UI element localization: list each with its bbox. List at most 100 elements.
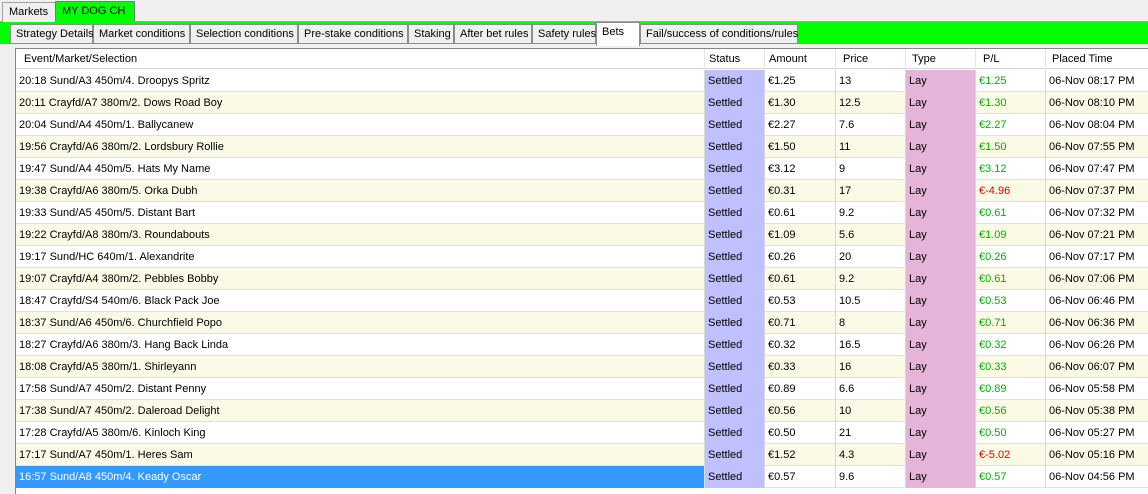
table-row[interactable]: 17:58 Sund/A7 450m/2. Distant Penny Settl… xyxy=(16,378,1148,400)
cell-pl: €-5.02 xyxy=(976,444,1046,466)
cell-placed-time: 06-Nov 07:17 PM xyxy=(1046,246,1148,268)
cell-placed-time: 06-Nov 06:46 PM xyxy=(1046,290,1148,312)
cell-status: Settled xyxy=(705,136,765,158)
cell-status: Settled xyxy=(705,246,765,268)
cell-type: Lay xyxy=(906,290,976,312)
cell-event: 18:27 Crayfd/A6 380m/3. Hang Back Linda xyxy=(16,334,705,356)
cell-amount: €0.61 xyxy=(765,268,836,290)
cell-price: 8 xyxy=(836,312,906,334)
table-row[interactable]: 17:17 Sund/A7 450m/1. Heres Sam Settled €1… xyxy=(16,444,1148,466)
table-row[interactable]: 18:47 Crayfd/S4 540m/6. Black Pack Joe Se… xyxy=(16,290,1148,312)
column-header-placed-time[interactable]: Placed Time xyxy=(1046,49,1148,69)
cell-status: Settled xyxy=(705,114,765,136)
cell-pl: €-4.96 xyxy=(976,180,1046,202)
column-header-type[interactable]: Type xyxy=(906,49,976,69)
table-row[interactable]: 19:17 Sund/HC 640m/1. Alexandrite Settled… xyxy=(16,246,1148,268)
cell-status: Settled xyxy=(705,312,765,334)
cell-price: 21 xyxy=(836,422,906,444)
cell-pl: €0.50 xyxy=(976,422,1046,444)
table-row[interactable]: 16:57 Sund/A8 450m/4. Keady Oscar Settled… xyxy=(16,466,1148,488)
cell-price: 20 xyxy=(836,246,906,268)
tab-markets[interactable]: Markets xyxy=(2,2,56,22)
cell-amount: €1.50 xyxy=(765,136,836,158)
table-row[interactable]: 19:07 Crayfd/A4 380m/2. Pebbles Bobby Set… xyxy=(16,268,1148,290)
cell-amount: €0.33 xyxy=(765,356,836,378)
cell-amount: €0.56 xyxy=(765,400,836,422)
table-row[interactable]: 17:38 Sund/A7 450m/2. Daleroad Delight Se… xyxy=(16,400,1148,422)
cell-price: 12.5 xyxy=(836,92,906,114)
table-row[interactable]: 19:56 Crayfd/A6 380m/2. Lordsbury Rollie… xyxy=(16,136,1148,158)
cell-pl: €3.12 xyxy=(976,158,1046,180)
cell-status: Settled xyxy=(705,70,765,92)
table-row[interactable]: 20:18 Sund/A3 450m/4. Droopys Spritz Sett… xyxy=(16,70,1148,92)
cell-price: 17 xyxy=(836,180,906,202)
cell-type: Lay xyxy=(906,400,976,422)
table-row[interactable]: 18:37 Sund/A6 450m/6. Churchfield Popo Se… xyxy=(16,312,1148,334)
cell-placed-time: 06-Nov 07:32 PM xyxy=(1046,202,1148,224)
tab-staking[interactable]: Staking xyxy=(408,24,454,44)
tab-strategy-details[interactable]: Strategy Details xyxy=(10,24,94,44)
tab-after-bet-rules[interactable]: After bet rules xyxy=(454,24,532,44)
column-header-status[interactable]: Status xyxy=(705,49,765,69)
cell-placed-time: 06-Nov 07:21 PM xyxy=(1046,224,1148,246)
tab-my-dog-ch[interactable]: MY DOG CH xyxy=(55,1,135,23)
table-row[interactable]: 19:22 Crayfd/A8 380m/3. Roundabouts Settl… xyxy=(16,224,1148,246)
cell-event: 16:57 Sund/A8 450m/4. Keady Oscar xyxy=(16,466,705,488)
cell-price: 16.5 xyxy=(836,334,906,356)
tab-fail-success-conditions[interactable]: Fail/success of conditions/rules xyxy=(640,24,798,44)
table-row[interactable]: 18:08 Crayfd/A5 380m/1. Shirleyann Settle… xyxy=(16,356,1148,378)
cell-amount: €0.89 xyxy=(765,378,836,400)
cell-event: 19:17 Sund/HC 640m/1. Alexandrite xyxy=(16,246,705,268)
cell-event: 20:18 Sund/A3 450m/4. Droopys Spritz xyxy=(16,70,705,92)
table-row[interactable]: 20:11 Crayfd/A7 380m/2. Dows Road Boy Set… xyxy=(16,92,1148,114)
cell-pl: €0.71 xyxy=(976,312,1046,334)
cell-event: 19:22 Crayfd/A8 380m/3. Roundabouts xyxy=(16,224,705,246)
table-row[interactable]: 19:38 Crayfd/A6 380m/5. Orka Dubh Settled… xyxy=(16,180,1148,202)
cell-amount: €0.61 xyxy=(765,202,836,224)
cell-price: 7.6 xyxy=(836,114,906,136)
tab-bets[interactable]: Bets xyxy=(596,22,640,46)
cell-type: Lay xyxy=(906,246,976,268)
cell-type: Lay xyxy=(906,356,976,378)
cell-event: 19:07 Crayfd/A4 380m/2. Pebbles Bobby xyxy=(16,268,705,290)
column-header-event[interactable]: Event/Market/Selection xyxy=(16,49,705,69)
cell-event: 19:47 Sund/A4 450m/5. Hats My Name xyxy=(16,158,705,180)
cell-pl: €0.33 xyxy=(976,356,1046,378)
column-header-price[interactable]: Price xyxy=(836,49,906,69)
tab-pre-stake-conditions[interactable]: Pre-stake conditions xyxy=(298,24,408,44)
column-header-pl[interactable]: P/L xyxy=(976,49,1046,69)
cell-price: 10.5 xyxy=(836,290,906,312)
cell-price: 6.6 xyxy=(836,378,906,400)
cell-amount: €1.25 xyxy=(765,70,836,92)
cell-pl: €2.27 xyxy=(976,114,1046,136)
cell-price: 9.2 xyxy=(836,268,906,290)
cell-amount: €0.26 xyxy=(765,246,836,268)
top-tab-strip: Markets MY DOG CH xyxy=(0,0,1148,23)
cell-status: Settled xyxy=(705,466,765,488)
cell-amount: €2.27 xyxy=(765,114,836,136)
cell-price: 9.6 xyxy=(836,466,906,488)
cell-status: Settled xyxy=(705,356,765,378)
tab-selection-conditions[interactable]: Selection conditions xyxy=(190,24,298,44)
table-row[interactable]: 18:27 Crayfd/A6 380m/3. Hang Back Linda S… xyxy=(16,334,1148,356)
column-header-amount[interactable]: Amount xyxy=(765,49,836,69)
cell-type: Lay xyxy=(906,466,976,488)
cell-pl: €0.56 xyxy=(976,400,1046,422)
cell-placed-time: 06-Nov 04:56 PM xyxy=(1046,466,1148,488)
cell-status: Settled xyxy=(705,202,765,224)
tab-safety-rules[interactable]: Safety rules xyxy=(532,24,596,44)
cell-event: 20:11 Crayfd/A7 380m/2. Dows Road Boy xyxy=(16,92,705,114)
table-row[interactable]: 19:47 Sund/A4 450m/5. Hats My Name Settle… xyxy=(16,158,1148,180)
cell-status: Settled xyxy=(705,158,765,180)
table-row[interactable]: 20:04 Sund/A4 450m/1. Ballycanew Settled €… xyxy=(16,114,1148,136)
cell-placed-time: 06-Nov 07:47 PM xyxy=(1046,158,1148,180)
cell-pl: €0.57 xyxy=(976,466,1046,488)
table-row[interactable]: 17:28 Crayfd/A5 380m/6. Kinloch King Sett… xyxy=(16,422,1148,444)
cell-amount: €0.53 xyxy=(765,290,836,312)
cell-price: 4.3 xyxy=(836,444,906,466)
table-row[interactable]: 19:33 Sund/A5 450m/5. Distant Bart Settle… xyxy=(16,202,1148,224)
tab-market-conditions[interactable]: Market conditions xyxy=(93,24,190,44)
cell-amount: €0.32 xyxy=(765,334,836,356)
cell-status: Settled xyxy=(705,180,765,202)
cell-placed-time: 06-Nov 05:38 PM xyxy=(1046,400,1148,422)
